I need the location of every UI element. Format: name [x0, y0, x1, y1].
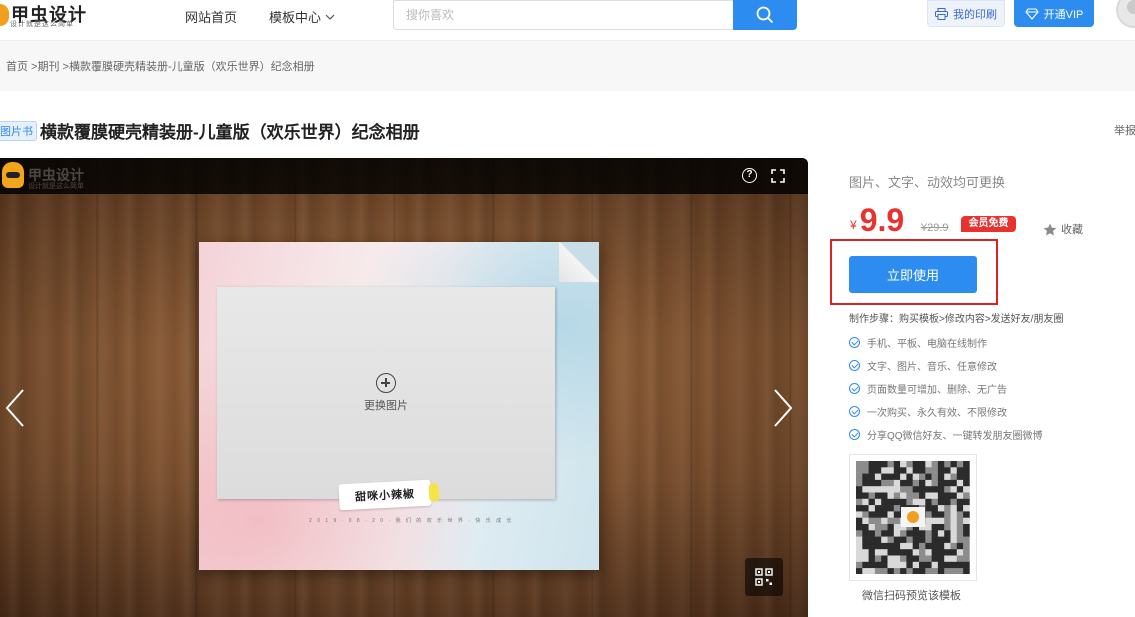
nav-templates-menu[interactable]: 模板中心: [269, 7, 335, 26]
top-header: 甲虫设计 设计就是这么简单 网站首页 模板中心 我的印刷 开通VIP: [0, 0, 1135, 41]
price: ¥ 9.9: [850, 203, 904, 237]
favorite-button[interactable]: 收藏: [1043, 221, 1083, 237]
template-subtitle: 图片、文字、动效均可更换: [849, 175, 1006, 190]
search-input[interactable]: [394, 1, 734, 29]
currency-symbol: ¥: [850, 218, 857, 232]
preview-watermark-logo: 甲虫设计 设计就是这么简单: [2, 162, 84, 190]
price-value: 9.9: [859, 202, 905, 238]
my-print-label: 我的印刷: [953, 8, 997, 21]
beetle-logo-icon: [2, 162, 24, 188]
page-curl[interactable]: [559, 242, 599, 282]
open-vip-label: 开通VIP: [1043, 8, 1084, 21]
album-page: 更换图片 甜咪小辣椒 2 0 1 9 · 0 8 · 2 0 · 我 们 的 欢…: [199, 242, 599, 570]
report-link[interactable]: 举报: [1114, 122, 1135, 138]
original-price: ¥29.9: [921, 222, 949, 234]
category-tag: 图片书: [0, 121, 37, 141]
production-steps: 制作步骤：购买模板>修改内容>发送好友/朋友圈: [849, 314, 1064, 325]
my-print-button[interactable]: 我的印刷: [927, 0, 1005, 27]
album-caption: 2 0 1 9 · 0 8 · 2 0 · 我 们 的 欢 乐 世 界 · 快 …: [309, 518, 514, 524]
search-bar: [393, 0, 797, 30]
site-logo[interactable]: 甲虫设计 设计就是这么简单: [0, 0, 87, 30]
open-vip-button[interactable]: 开通VIP: [1014, 0, 1094, 27]
use-now-button[interactable]: 立即使用: [849, 256, 977, 293]
check-circle-icon: [849, 383, 860, 394]
check-circle-icon: [849, 337, 860, 348]
nav-home-link[interactable]: 网站首页: [185, 7, 237, 26]
template-preview[interactable]: 甲虫设计 设计就是这么简单 ? 更换图片 甜咪小辣椒 2 0 1 9 · 0 8…: [0, 158, 808, 617]
preview-logo-slogan: 设计就是这么简单: [28, 183, 84, 190]
feature-list: 手机、平板、电脑在线制作 文字、图片、音乐、任意修改 页面数量可增加、删除、无广…: [849, 331, 1043, 446]
printer-icon: [935, 7, 948, 20]
search-icon: [756, 6, 774, 24]
preview-toolbar: [0, 158, 808, 194]
diamond-icon: [1024, 7, 1039, 20]
qr-glyph-icon: [755, 568, 773, 586]
qr-caption: 微信扫码预览该模板: [862, 590, 961, 602]
photo-placeholder[interactable]: 更换图片: [217, 287, 555, 499]
feature-item: 文字、图片、音乐、任意修改: [849, 354, 1043, 377]
chevron-down-icon: [325, 14, 335, 20]
check-circle-icon: [849, 429, 860, 440]
feature-item: 分享QQ微信好友、一键转发朋友圈微博: [849, 423, 1043, 446]
check-circle-icon: [849, 406, 860, 417]
feature-item: 手机、平板、电脑在线制作: [849, 331, 1043, 354]
logo-slogan: 设计就是这么简单: [10, 21, 74, 28]
qr-code-image: [856, 461, 970, 575]
check-circle-icon: [849, 360, 860, 371]
feature-text: 分享QQ微信好友、一键转发朋友圈微博: [867, 431, 1043, 442]
feature-text: 页面数量可增加、删除、无广告: [867, 385, 1007, 396]
breadcrumb-current: 横款覆膜硬壳精装册-儿童版（欢乐世界）纪念相册: [68, 61, 315, 73]
page-title: 横款覆膜硬壳精装册-儿童版（欢乐世界）纪念相册: [40, 123, 420, 142]
member-free-badge: 会员免费: [961, 216, 1016, 232]
breadcrumb-category[interactable]: 期刊: [37, 61, 59, 73]
star-icon: [1043, 223, 1057, 235]
replace-image-label: 更换图片: [364, 400, 408, 412]
nav-templates-label: 模板中心: [269, 10, 322, 25]
preview-qr-code: [849, 454, 977, 581]
breadcrumb-bar: 首页 >期刊 >横款覆膜硬壳精装册-儿童版（欢乐世界）纪念相册: [0, 41, 1135, 91]
breadcrumb-separator: >: [59, 61, 69, 73]
feature-text: 一次购买、永久有效、不限修改: [867, 408, 1007, 419]
qr-code-icon[interactable]: [745, 558, 783, 596]
next-page-arrow-icon[interactable]: [772, 388, 794, 428]
plus-circle-icon: [376, 373, 396, 393]
feature-item: 一次购买、永久有效、不限修改: [849, 400, 1043, 423]
logo-mark-icon: [0, 4, 9, 26]
title-sticker: 甜咪小辣椒: [338, 479, 432, 511]
favorite-label: 收藏: [1061, 224, 1083, 236]
feature-text: 手机、平板、电脑在线制作: [867, 339, 987, 350]
breadcrumb-home[interactable]: 首页: [6, 61, 28, 73]
search-button[interactable]: [733, 0, 797, 30]
feature-text: 文字、图片、音乐、任意修改: [867, 362, 997, 373]
previous-page-arrow-icon[interactable]: [4, 388, 26, 428]
help-icon[interactable]: ?: [742, 168, 757, 183]
avatar[interactable]: [1116, 0, 1135, 28]
breadcrumb: 首页 >期刊 >横款覆膜硬壳精装册-儿童版（欢乐世界）纪念相册: [6, 58, 315, 74]
feature-item: 页面数量可增加、删除、无广告: [849, 377, 1043, 400]
fullscreen-icon[interactable]: [771, 169, 785, 183]
